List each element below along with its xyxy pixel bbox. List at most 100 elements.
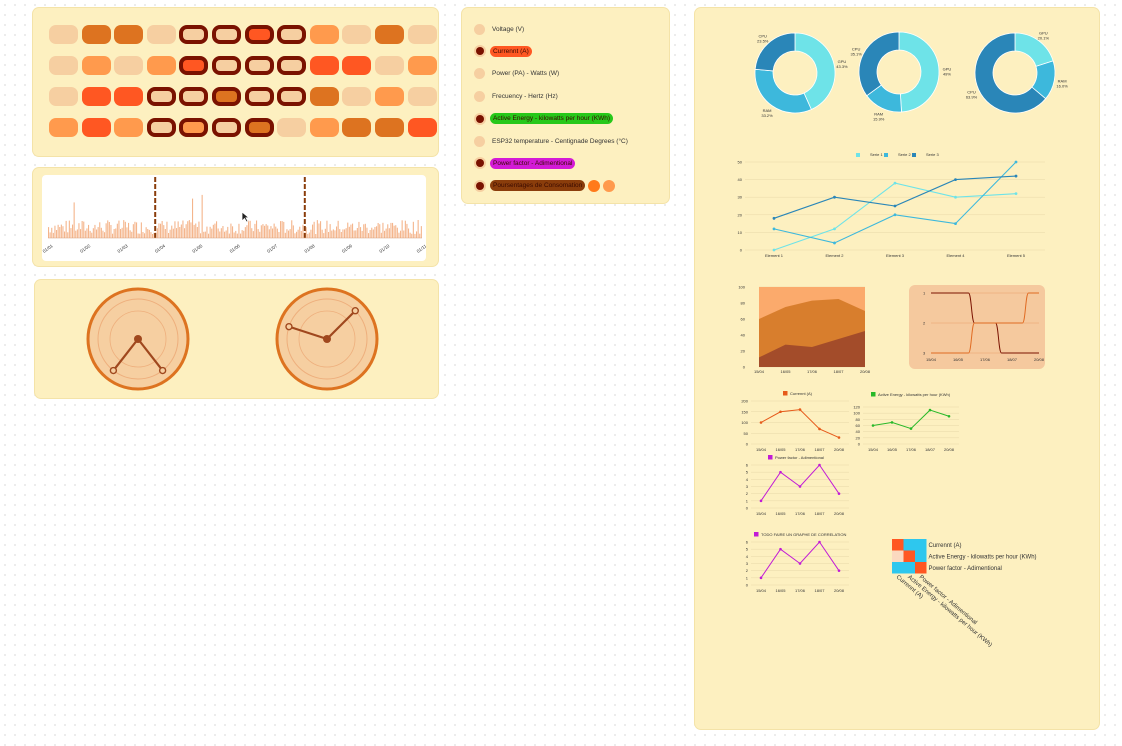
- data-point[interactable]: [1014, 192, 1018, 196]
- data-point[interactable]: [928, 408, 932, 412]
- data-point[interactable]: [837, 492, 841, 495]
- pill-cell[interactable]: [407, 56, 437, 75]
- heatmap-cell[interactable]: [892, 562, 904, 574]
- pill-cell[interactable]: [309, 118, 339, 137]
- pill-cell[interactable]: [114, 56, 144, 75]
- pill-cell[interactable]: [375, 87, 404, 106]
- pill-cell[interactable]: [179, 118, 209, 137]
- data-point[interactable]: [798, 408, 802, 411]
- heatmap-cell[interactable]: [903, 562, 916, 574]
- data-point[interactable]: [893, 213, 897, 217]
- data-point[interactable]: [893, 204, 897, 208]
- legend-toggle-dot[interactable]: [474, 23, 485, 35]
- correlation-chart[interactable]: 0 1 2 3 4 5 6 15/04 16/05 17/06 18/07 20/08 TODO FAI…: [746, 532, 849, 593]
- data-point[interactable]: [759, 576, 763, 580]
- pill-cell[interactable]: [342, 118, 372, 137]
- pill-cell[interactable]: [375, 25, 404, 44]
- pill-cell[interactable]: [375, 56, 404, 75]
- pill-cell[interactable]: [244, 56, 274, 75]
- donut-slice[interactable]: [898, 31, 940, 113]
- donut-1[interactable]: GPU43.3%RAM33.2%CPU23.5%: [754, 32, 848, 118]
- heatmap-cell[interactable]: [892, 539, 904, 551]
- heatmap-cell[interactable]: [915, 562, 927, 574]
- pill-cell[interactable]: [81, 118, 111, 137]
- data-point[interactable]: [779, 547, 782, 551]
- data-point[interactable]: [772, 227, 776, 231]
- energy-chart[interactable]: 0 20406080100120 15/04 16/05 17/06 18/07 20/08…: [853, 392, 959, 452]
- pill-cell[interactable]: [277, 25, 307, 44]
- series-line[interactable]: [773, 161, 1017, 244]
- pill-cell[interactable]: [114, 118, 144, 137]
- legend-item[interactable]: Power (PA) - Watts (W): [474, 67, 562, 81]
- data-point[interactable]: [833, 227, 836, 231]
- data-point[interactable]: [954, 178, 957, 182]
- donut-2[interactable]: GPU49%RAM15.9%CPU35.1%: [850, 31, 951, 121]
- series-line[interactable]: [760, 464, 840, 502]
- pill-cell[interactable]: [342, 56, 372, 75]
- legend-toggle-dot[interactable]: [476, 181, 484, 190]
- donut-slice[interactable]: [858, 31, 900, 97]
- pill-cell[interactable]: [212, 25, 241, 44]
- pill-cell[interactable]: [212, 56, 241, 75]
- legend-toggle-dot[interactable]: [474, 135, 485, 147]
- data-point[interactable]: [833, 195, 836, 199]
- donut-slice[interactable]: [754, 68, 812, 114]
- pill-cell[interactable]: [244, 118, 274, 137]
- data-point[interactable]: [954, 195, 957, 199]
- pill-cell[interactable]: [277, 56, 307, 75]
- gauge-needle-tip[interactable]: [285, 322, 293, 331]
- pill-cell[interactable]: [244, 87, 274, 106]
- heatmap-cell[interactable]: [903, 550, 916, 563]
- legend-toggle-dot[interactable]: [476, 159, 484, 168]
- heatmap-cell[interactable]: [915, 539, 927, 551]
- pill-cell[interactable]: [179, 25, 209, 44]
- series-chart[interactable]: 0 10 20 30 40 50 Element 1 Element 2 Element 3 El…: [738, 152, 1045, 258]
- data-point[interactable]: [833, 241, 836, 245]
- pill-cell[interactable]: [342, 25, 372, 44]
- pill-cell[interactable]: [49, 87, 78, 106]
- gauge-needle-tip[interactable]: [109, 366, 118, 375]
- pill-cell[interactable]: [146, 56, 176, 75]
- data-point[interactable]: [837, 569, 841, 572]
- pill-cell[interactable]: [309, 87, 339, 106]
- pill-cell[interactable]: [179, 56, 209, 75]
- pill-cell[interactable]: [114, 25, 144, 44]
- data-point[interactable]: [759, 421, 763, 424]
- gauge-right[interactable]: [275, 287, 379, 391]
- step-chart[interactable]: 12315/04 16/05 17/06 18/07 20/08: [909, 285, 1045, 369]
- heatmap-cell[interactable]: [903, 539, 916, 551]
- legend-item[interactable]: Voltage (V): [474, 22, 527, 36]
- pill-cell[interactable]: [407, 118, 437, 137]
- legend-toggle-dot[interactable]: [476, 47, 484, 56]
- pill-cell[interactable]: [309, 56, 339, 75]
- pill-cell[interactable]: [277, 118, 307, 137]
- current-chart[interactable]: 0 50 100 150 200 15/04 16/05 17/06 18/07 20/08 Cur…: [741, 391, 849, 452]
- gauge-needle-tip[interactable]: [158, 366, 167, 375]
- pill-cell[interactable]: [81, 25, 111, 44]
- pill-cell[interactable]: [179, 87, 209, 106]
- pill-cell[interactable]: [146, 118, 176, 137]
- pill-cell[interactable]: [49, 56, 78, 75]
- pill-cell[interactable]: [212, 118, 241, 137]
- data-point[interactable]: [947, 414, 951, 418]
- data-point[interactable]: [772, 248, 776, 252]
- pill-cell[interactable]: [212, 87, 241, 106]
- pill-cell[interactable]: [114, 87, 144, 106]
- heatmap-cell[interactable]: [915, 550, 927, 563]
- data-point[interactable]: [798, 485, 802, 488]
- pill-cell[interactable]: [81, 56, 111, 75]
- data-point[interactable]: [759, 499, 763, 503]
- pill-cell[interactable]: [342, 87, 372, 106]
- series-line[interactable]: [773, 182, 1017, 251]
- pill-cell[interactable]: [277, 87, 307, 106]
- power-factor-chart[interactable]: 0 1 2 3 4 5 6 15/04 16/05 17/06 18/07 20/08 Power fa…: [746, 455, 849, 516]
- stacked-area[interactable]: 0 20 40 60 80 100 15/04 16/05 17/06 18/07 20/08: [738, 285, 870, 375]
- data-point[interactable]: [779, 410, 782, 414]
- pill-cell[interactable]: [146, 25, 176, 44]
- heatmap-cell[interactable]: [892, 550, 904, 563]
- data-point[interactable]: [954, 222, 957, 226]
- gauge-needle-tip[interactable]: [351, 307, 359, 315]
- pill-cell[interactable]: [407, 25, 437, 44]
- data-point[interactable]: [818, 427, 821, 431]
- data-point[interactable]: [772, 216, 776, 220]
